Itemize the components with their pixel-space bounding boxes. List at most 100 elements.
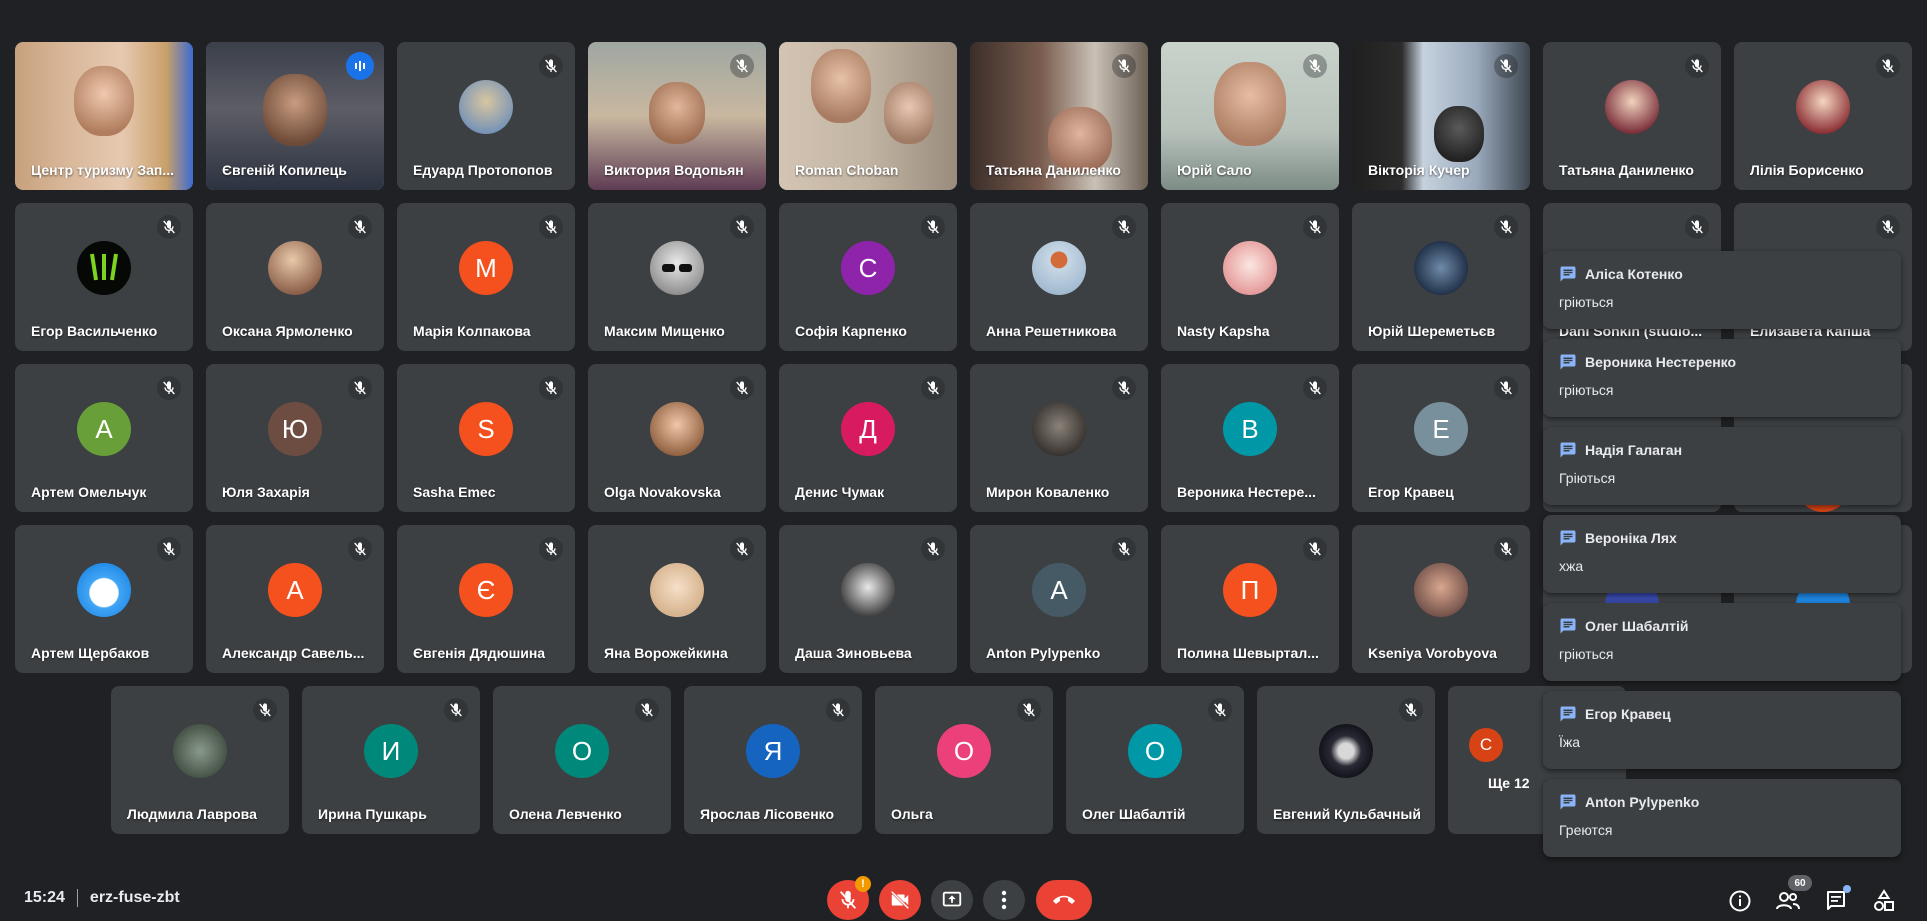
mic-off-icon [253, 698, 277, 722]
participant-tile[interactable]: Nasty Kapsha [1161, 203, 1339, 351]
participant-tile[interactable]: Центр туризму Зап... [15, 42, 193, 190]
participant-tile[interactable]: Kseniya Vorobyova [1352, 525, 1530, 673]
mic-off-icon [921, 537, 945, 561]
meeting-info-button[interactable] [1723, 884, 1757, 918]
chat-notification[interactable]: Аліса Котенко гріються [1543, 251, 1901, 329]
participant-tile[interactable]: Є Євгенія Дядюшина [397, 525, 575, 673]
chat-notification[interactable]: Вероника Нестеренко гріються [1543, 339, 1901, 417]
participant-tile[interactable]: Максим Мищенко [588, 203, 766, 351]
mic-off-icon [1303, 537, 1327, 561]
participant-tile[interactable]: Olga Novakovska [588, 364, 766, 512]
mic-off-icon [348, 215, 372, 239]
participant-tile[interactable]: Едуард Протопопов [397, 42, 575, 190]
participant-tile[interactable]: О Олег Шабалтій [1066, 686, 1244, 834]
present-button[interactable] [931, 880, 973, 920]
participant-tile[interactable]: П Полина Шевыртал... [1161, 525, 1339, 673]
more-options-button[interactable] [983, 880, 1025, 920]
participant-tile[interactable]: Д Денис Чумак [779, 364, 957, 512]
chat-notification[interactable]: Вероніка Лях хжа [1543, 515, 1901, 593]
mic-off-icon [730, 376, 754, 400]
participant-tile[interactable]: А Александр Савель... [206, 525, 384, 673]
participant-tile[interactable]: Егор Васильченко [15, 203, 193, 351]
avatar-initial: А [1032, 563, 1086, 618]
participant-tile[interactable]: О Ольга [875, 686, 1053, 834]
face [811, 49, 872, 124]
chat-notification[interactable]: Олег Шабалтій гріються [1543, 603, 1901, 681]
participant-tile[interactable]: S Sasha Emec [397, 364, 575, 512]
participant-name: Софія Карпенко [795, 323, 907, 339]
participant-name: Юрій Сало [1177, 162, 1252, 178]
participant-tile[interactable]: А Anton Pylypenko [970, 525, 1148, 673]
participant-name: Sasha Emec [413, 484, 496, 500]
participant-tile[interactable]: А Артем Омельчук [15, 364, 193, 512]
mic-off-icon [539, 376, 563, 400]
participant-tile[interactable]: Татьяна Даниленко [1543, 42, 1721, 190]
chat-notification[interactable]: Anton Pylypenko Греются [1543, 779, 1901, 857]
avatar [77, 563, 131, 618]
present-icon [942, 891, 962, 907]
mic-off-icon [1494, 537, 1518, 561]
participant-tile[interactable]: С Софія Карпенко [779, 203, 957, 351]
chat-notification[interactable]: Егор Кравец Їжа [1543, 691, 1901, 769]
participant-tile[interactable]: В Вероника Нестере... [1161, 364, 1339, 512]
participant-tile[interactable]: Я Ярослав Лісовенко [684, 686, 862, 834]
chat-sender: Anton Pylypenko [1585, 794, 1700, 810]
end-call-button[interactable] [1036, 880, 1092, 920]
participant-name: Лілія Борисенко [1750, 162, 1864, 178]
mic-alert-badge: ! [855, 876, 871, 892]
participant-tile[interactable]: Оксана Ярмоленко [206, 203, 384, 351]
participant-tile[interactable]: Даша Зиновьева [779, 525, 957, 673]
participant-tile[interactable]: Юрій Сало [1161, 42, 1339, 190]
participant-tile[interactable]: Яна Ворожейкина [588, 525, 766, 673]
avatar [1223, 241, 1277, 296]
participant-tile[interactable]: Вікторія Кучер [1352, 42, 1530, 190]
chat-button[interactable] [1819, 884, 1853, 918]
participant-name: Олег Шабалтій [1082, 806, 1186, 822]
participant-name: Егор Кравец [1368, 484, 1454, 500]
participant-tile[interactable]: Ю Юля Захарія [206, 364, 384, 512]
activities-button[interactable] [1867, 884, 1901, 918]
participant-tile[interactable]: Евгений Кульбачный [1257, 686, 1435, 834]
avatar [268, 241, 322, 296]
participant-name: Марія Колпакова [413, 323, 531, 339]
participant-name: Roman Choban [795, 162, 899, 178]
participant-tile[interactable]: Roman Choban [779, 42, 957, 190]
chat-icon [1559, 617, 1577, 635]
participant-name: Центр туризму Зап... [31, 162, 175, 178]
end-call-icon [1053, 895, 1075, 904]
mic-off-icon [539, 537, 563, 561]
people-button[interactable]: 60 [1771, 875, 1812, 918]
chat-sender: Вероніка Лях [1585, 530, 1677, 546]
participant-tile[interactable]: И Ирина Пушкарь [302, 686, 480, 834]
participant-tile[interactable]: Анна Решетникова [970, 203, 1148, 351]
avatar-initial: Д [841, 402, 895, 457]
chat-icon [1559, 529, 1577, 547]
chat-message: хжа [1559, 558, 1584, 574]
participant-tile[interactable]: Виктория Водопьян [588, 42, 766, 190]
meeting-code[interactable]: erz-fuse-zbt [90, 889, 180, 906]
participant-tile[interactable]: Людмила Лаврова [111, 686, 289, 834]
avatar [1032, 241, 1086, 296]
chat-icon [1559, 705, 1577, 723]
camera-toggle-button[interactable] [879, 880, 921, 920]
participant-tile[interactable]: Артем Щербаков [15, 525, 193, 673]
participant-name: Вероника Нестере... [1177, 484, 1316, 500]
avatar-initial: П [1223, 563, 1277, 618]
participant-tile[interactable]: Лілія Борисенко [1734, 42, 1912, 190]
mic-off-icon [921, 376, 945, 400]
chat-sender: Олег Шабалтій [1585, 618, 1689, 634]
participant-name: Ирина Пушкарь [318, 806, 427, 822]
participant-tile[interactable]: Юрій Шереметьєв [1352, 203, 1530, 351]
avatar [459, 80, 513, 135]
participant-tile[interactable]: Е Егор Кравец [1352, 364, 1530, 512]
mic-toggle-button[interactable]: ! [827, 876, 871, 920]
mic-off-icon [730, 537, 754, 561]
participant-tile[interactable]: О Олена Левченко [493, 686, 671, 834]
participant-tile-speaking[interactable]: Євгеній Копилець [206, 42, 384, 190]
chat-icon [1559, 793, 1577, 811]
participant-tile[interactable]: Мирон Коваленко [970, 364, 1148, 512]
chat-message: гріються [1559, 646, 1614, 662]
chat-notification[interactable]: Надія Галаган Гріються [1543, 427, 1901, 505]
participant-tile[interactable]: М Марія Колпакова [397, 203, 575, 351]
participant-tile[interactable]: Татьяна Даниленко [970, 42, 1148, 190]
